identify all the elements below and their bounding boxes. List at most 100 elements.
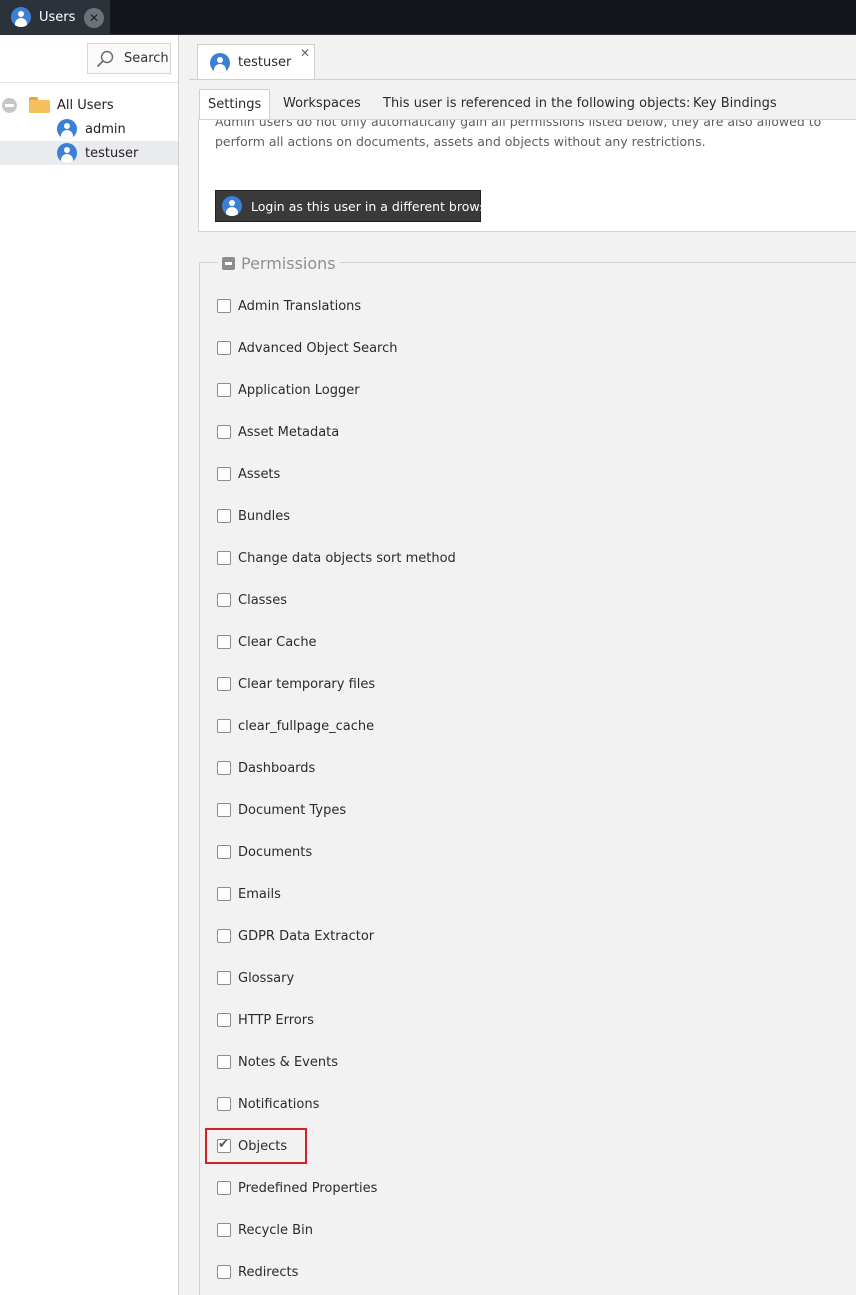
admin-info-panel: Admin users do not only automatically ga… xyxy=(198,119,856,232)
permission-recycle-bin[interactable]: Recycle Bin xyxy=(217,1220,313,1240)
document-tab-label: testuser xyxy=(238,55,292,70)
permission-label: Predefined Properties xyxy=(238,1180,378,1196)
permission-label: Dashboards xyxy=(238,760,316,776)
permissions-legend[interactable]: Permissions xyxy=(218,253,340,273)
permission-change-data-objects-sort-method[interactable]: Change data objects sort method xyxy=(217,548,456,568)
user-icon xyxy=(57,143,77,163)
permission-assets[interactable]: Assets xyxy=(217,464,280,484)
permission-notes-events[interactable]: Notes & Events xyxy=(217,1052,338,1072)
permission-checkbox[interactable] xyxy=(217,1055,231,1069)
permission-glossary[interactable]: Glossary xyxy=(217,968,294,988)
permission-application-logger[interactable]: Application Logger xyxy=(217,380,360,400)
permission-predefined-properties[interactable]: Predefined Properties xyxy=(217,1178,377,1198)
permission-label: Recycle Bin xyxy=(238,1222,313,1238)
permission-label: Bundles xyxy=(238,508,291,524)
permission-redirects[interactable]: Redirects xyxy=(217,1262,298,1282)
login-button-label: Login as this user in a different browse… xyxy=(251,198,499,214)
login-as-user-button[interactable]: Login as this user in a different browse… xyxy=(215,190,499,222)
close-icon[interactable]: ✕ xyxy=(300,46,310,60)
permission-checkbox[interactable] xyxy=(217,887,231,901)
tab-workspaces[interactable]: Workspaces xyxy=(283,89,361,119)
user-icon xyxy=(57,119,77,139)
permission-checkbox[interactable] xyxy=(217,593,231,607)
permission-checkbox[interactable] xyxy=(217,467,231,481)
tree-node-admin[interactable]: admin xyxy=(0,117,178,141)
users-tab-label: Users xyxy=(39,9,76,25)
permission-checkbox[interactable] xyxy=(217,1097,231,1111)
permission-admin-translations[interactable]: Admin Translations xyxy=(217,296,361,316)
permission-advanced-object-search[interactable]: Advanced Object Search xyxy=(217,338,397,358)
permission-documents[interactable]: Documents xyxy=(217,842,312,862)
permission-clear-fullpage-cache[interactable]: clear_fullpage_cache xyxy=(217,716,374,736)
user-icon xyxy=(210,52,230,73)
admin-note-line-1: Admin users do not only automatically ga… xyxy=(215,119,822,129)
users-top-tab[interactable]: Users ✕ xyxy=(0,0,110,34)
tree-label-all-users: All Users xyxy=(57,97,114,113)
permission-dashboards[interactable]: Dashboards xyxy=(217,758,315,778)
tab-referenced-objects[interactable]: This user is referenced in the following… xyxy=(383,89,690,119)
tab-key-bindings[interactable]: Key Bindings xyxy=(693,89,777,119)
permission-checkbox[interactable] xyxy=(217,299,231,313)
permission-checkbox[interactable] xyxy=(217,425,231,439)
permission-checkbox[interactable] xyxy=(217,509,231,523)
permission-label: HTTP Errors xyxy=(238,1012,314,1028)
permission-asset-metadata[interactable]: Asset Metadata xyxy=(217,422,339,442)
permission-label: Admin Translations xyxy=(238,298,362,314)
permission-checkbox[interactable] xyxy=(217,845,231,859)
collapse-icon[interactable] xyxy=(222,256,235,270)
permission-document-types[interactable]: Document Types xyxy=(217,800,346,820)
permission-label: Classes xyxy=(238,592,287,608)
tree-node-all-users[interactable]: All Users xyxy=(0,93,178,117)
permission-checkbox[interactable] xyxy=(217,551,231,565)
main-panel: testuser ✕ Settings Workspaces This user… xyxy=(189,35,856,1295)
permission-clear-cache[interactable]: Clear Cache xyxy=(217,632,317,652)
permission-checkbox[interactable] xyxy=(217,341,231,355)
permission-label: Notes & Events xyxy=(238,1054,338,1070)
permission-bundles[interactable]: Bundles xyxy=(217,506,290,526)
permission-checkbox[interactable] xyxy=(217,929,231,943)
testuser-document-tab[interactable]: testuser ✕ xyxy=(197,44,315,80)
user-icon xyxy=(222,196,242,216)
users-sidebar: Search All Users admin testuser xyxy=(0,35,179,1295)
permission-clear-temporary-files[interactable]: Clear temporary files xyxy=(217,674,375,694)
permission-label: Redirects xyxy=(238,1264,299,1280)
permission-checkbox[interactable] xyxy=(217,1265,231,1279)
permission-checkbox[interactable] xyxy=(217,803,231,817)
permission-checkbox[interactable] xyxy=(217,1223,231,1237)
permission-classes[interactable]: Classes xyxy=(217,590,287,610)
sidebar-divider xyxy=(0,82,178,83)
permission-label: Documents xyxy=(238,844,313,860)
permission-label: Change data objects sort method xyxy=(238,550,456,566)
permission-label: Application Logger xyxy=(238,382,360,398)
tree-node-testuser[interactable]: testuser xyxy=(0,141,178,165)
tree-label-admin: admin xyxy=(85,121,126,137)
permission-http-errors[interactable]: HTTP Errors xyxy=(217,1010,314,1030)
tree-label-testuser: testuser xyxy=(85,145,139,161)
permissions-title: Permissions xyxy=(241,253,336,273)
settings-tab-strip: Settings Workspaces This user is referen… xyxy=(189,89,856,119)
tab-settings[interactable]: Settings xyxy=(199,89,271,119)
collapse-icon[interactable] xyxy=(2,97,17,113)
search-button[interactable]: Search xyxy=(87,43,171,74)
permission-label: GDPR Data Extractor xyxy=(238,928,375,944)
permission-label: Clear Cache xyxy=(238,634,317,650)
close-tab-icon[interactable]: ✕ xyxy=(84,8,104,28)
permission-label: Glossary xyxy=(238,970,295,986)
permission-label: clear_fullpage_cache xyxy=(238,718,375,734)
permission-checkbox[interactable] xyxy=(217,1013,231,1027)
permission-notifications[interactable]: Notifications xyxy=(217,1094,319,1114)
permission-emails[interactable]: Emails xyxy=(217,884,281,904)
highlight-annotation xyxy=(205,1128,307,1164)
permission-checkbox[interactable] xyxy=(217,971,231,985)
permission-checkbox[interactable] xyxy=(217,677,231,691)
permission-checkbox[interactable] xyxy=(217,761,231,775)
permission-label: Advanced Object Search xyxy=(238,340,398,356)
permission-checkbox[interactable] xyxy=(217,719,231,733)
user-icon xyxy=(11,7,31,27)
permission-gdpr-data-extractor[interactable]: GDPR Data Extractor xyxy=(217,926,374,946)
permission-checkbox[interactable] xyxy=(217,383,231,397)
permission-label: Clear temporary files xyxy=(238,676,376,692)
permission-label: Emails xyxy=(238,886,281,902)
permission-checkbox[interactable] xyxy=(217,635,231,649)
permission-checkbox[interactable] xyxy=(217,1181,231,1195)
